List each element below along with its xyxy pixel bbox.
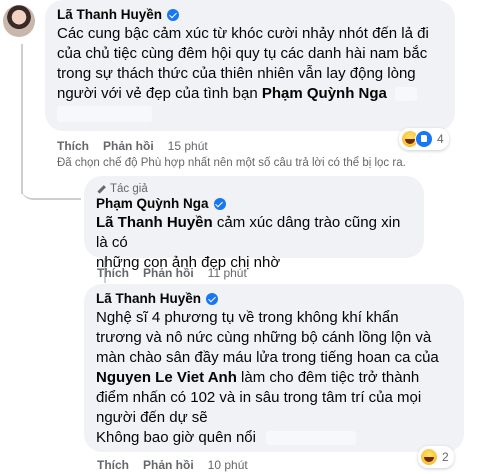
comment-text-line xyxy=(57,104,443,124)
comment-text-line: trương và nô nức cùng những bộ cánh lồng… xyxy=(96,329,432,346)
comment-text-line: màn chào sân đầy máu lửa trong tiếng hoa… xyxy=(96,349,439,366)
reply-bubble: Lã Thanh Huyền Nghệ sĩ 4 phương tụ về tr… xyxy=(84,284,464,452)
tagged-name[interactable]: Lã Thanh Huyền xyxy=(96,214,213,231)
like-button[interactable]: Thích xyxy=(97,458,129,472)
comment-text-line: người với vẻ đẹp của tình bạn Phạm Quỳnh… xyxy=(57,84,443,104)
comment-timestamp[interactable]: 10 phút xyxy=(208,458,248,472)
comment-text-line: Lã Thanh Huyền cảm xúc dâng trào cũng xi… xyxy=(96,213,412,253)
comment-text: Nghệ sĩ 4 phương tụ về trong không khí k… xyxy=(96,308,452,448)
comment-text-span: làm cho đêm tiệc trở thành xyxy=(236,369,420,386)
comment-text: Lã Thanh Huyền cảm xúc dâng trào cũng xi… xyxy=(96,213,412,273)
tagged-name[interactable]: Phạm Quỳnh Nga xyxy=(262,85,387,102)
author-name[interactable]: Lã Thanh Huyền xyxy=(96,291,201,306)
comment-timestamp[interactable]: 15 phút xyxy=(168,139,208,153)
comment-text-line: Các cung bậc cảm xúc từ khóc cười nhảy n… xyxy=(57,25,429,42)
comment-author[interactable]: Lã Thanh Huyền xyxy=(57,7,443,22)
comment-text: Các cung bậc cảm xúc từ khóc cười nhảy n… xyxy=(57,24,443,124)
comment-text-line: Nghệ sĩ 4 phương tụ về trong không khí k… xyxy=(96,309,399,326)
avatar[interactable] xyxy=(3,5,35,37)
tagged-name[interactable]: Nguyen Le Viet Anh xyxy=(96,369,237,386)
comment-author[interactable]: Phạm Quỳnh Nga xyxy=(96,196,412,211)
like-button[interactable]: Thích xyxy=(97,266,129,280)
author-name[interactable]: Phạm Quỳnh Nga xyxy=(96,196,209,211)
reply-button[interactable]: Phản hồi xyxy=(143,458,194,472)
reply-button[interactable]: Phản hồi xyxy=(143,266,194,280)
redacted-area xyxy=(266,431,357,446)
like-emoji-icon xyxy=(415,130,433,148)
verified-badge-icon xyxy=(167,8,180,21)
comment-author[interactable]: Lã Thanh Huyền xyxy=(96,291,452,306)
comment-text-line: điểm nhấn có 102 và in sâu trong tâm trí… xyxy=(96,389,422,406)
verified-badge-icon xyxy=(213,197,226,210)
comment-actions: Thích Phản hồi 15 phút xyxy=(57,139,208,153)
comment-text-line: người đến dự sẽ xyxy=(96,409,208,426)
verified-badge-icon xyxy=(206,292,219,305)
comment-bubble: Lã Thanh Huyền Các cung bậc cảm xúc từ k… xyxy=(45,0,455,131)
reaction-summary[interactable]: 4 xyxy=(399,128,449,150)
comment-text-span: Không bao giờ quên nổi xyxy=(96,429,256,446)
haha-emoji-icon xyxy=(420,448,438,466)
author-name[interactable]: Lã Thanh Huyền xyxy=(57,7,162,22)
comment-text-line: Nguyen Le Viet Anh làm cho đêm tiệc trở … xyxy=(96,368,452,388)
comment-text-line: Không bao giờ quên nổi xyxy=(96,428,452,448)
author-tag: Tác giả xyxy=(96,183,412,195)
reaction-count: 2 xyxy=(442,450,449,464)
reply-button[interactable]: Phản hồi xyxy=(103,139,154,153)
author-tag-label: Tác giả xyxy=(110,183,148,195)
reaction-count: 4 xyxy=(437,132,444,146)
reaction-summary[interactable]: 2 xyxy=(418,446,454,468)
redacted-area xyxy=(57,106,152,123)
redacted-area xyxy=(395,87,418,102)
comment-actions: Thích Phản hồi 10 phút xyxy=(97,458,248,472)
comment-text-span: người với vẻ đẹp của tình bạn xyxy=(57,85,258,102)
reply-bubble: Tác giả Phạm Quỳnh Nga Lã Thanh Huyền cả… xyxy=(84,176,424,271)
like-button[interactable]: Thích xyxy=(57,139,89,153)
filter-notice: Đã chọn chế độ Phù hợp nhất nên một số c… xyxy=(57,157,406,169)
comment-timestamp[interactable]: 11 phút xyxy=(208,266,247,280)
comment-text-line: trong sự thách thức của thiên nhiên vẫn … xyxy=(57,65,416,82)
comment-actions: Thích Phản hồi 11 phút xyxy=(97,266,247,280)
pen-icon xyxy=(96,184,106,194)
comment-text-line: của chủ tiệc cùng đêm hội quy tụ các dan… xyxy=(57,45,428,62)
